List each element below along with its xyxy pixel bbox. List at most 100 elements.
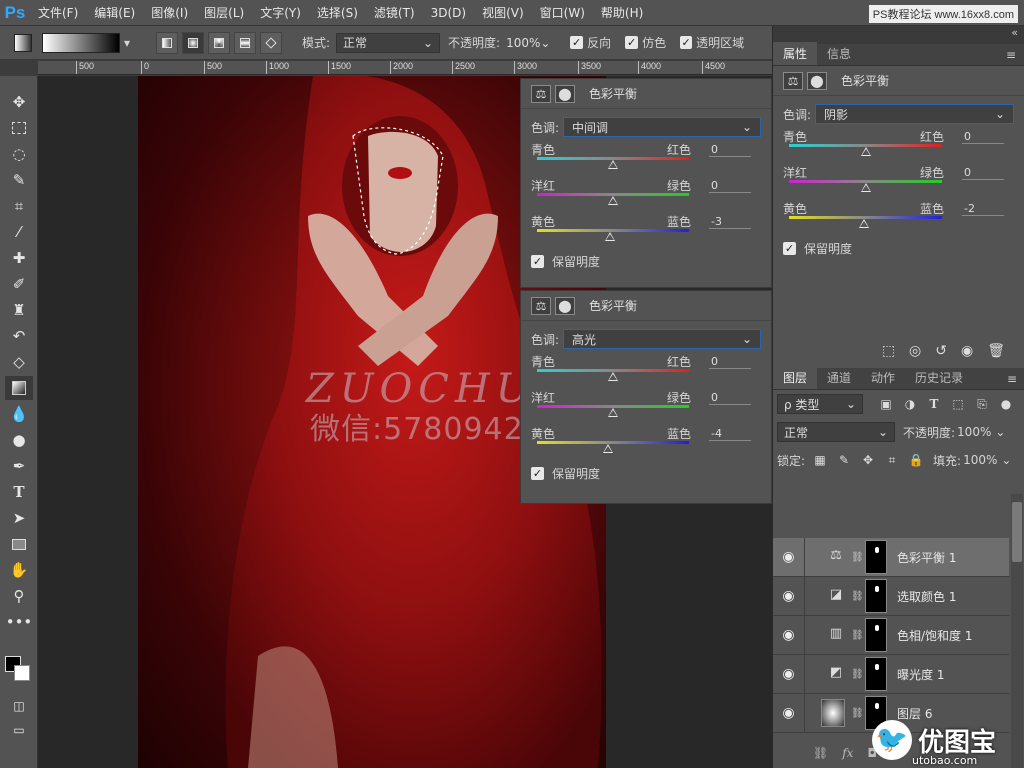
slider-thumb[interactable] [608,160,618,169]
mask-icon[interactable]: ⬤ [555,296,575,315]
reverse-checkbox[interactable]: ✓ 反向 [570,34,611,51]
slider-value-input[interactable]: 0 [709,391,751,405]
slider-value-input[interactable]: 0 [962,166,1004,180]
tab-channels[interactable]: 通道 [817,366,861,389]
menu-item-5[interactable]: 选择(S) [309,0,366,26]
brush-tool-icon[interactable]: ✐ [5,272,33,296]
chevron-down-icon[interactable]: ⌄ [995,425,1005,439]
collapse-icon[interactable]: « [1011,26,1018,39]
shape-filter-icon[interactable]: ⬚ [949,395,967,413]
adjustment-filter-icon[interactable]: ◑ [901,395,919,413]
slider-thumb[interactable] [858,219,869,228]
tone-select[interactable]: 高光 ⌄ [563,329,761,349]
slider-thumb[interactable] [603,444,614,453]
lock-all-icon[interactable]: 🔒 [907,451,925,469]
menu-item-6[interactable]: 滤镜(T) [366,0,423,26]
transparency-checkbox[interactable]: ✓ 透明区域 [680,34,744,51]
reset-icon[interactable]: ↺ [935,343,947,359]
preserve-luminosity-checkbox[interactable]: ✓ 保留明度 [773,236,1024,261]
quick-select-tool-icon[interactable]: ✎ [5,168,33,192]
layer-opacity-value[interactable]: 100% [957,425,991,439]
fill-value[interactable]: 100% [963,453,997,467]
slider-thumb[interactable] [608,196,618,205]
slider-value-input[interactable]: -2 [962,202,1004,216]
slider-thumb[interactable] [608,372,618,381]
tab-actions[interactable]: 动作 [861,366,905,389]
slider-value-input[interactable]: 0 [709,355,751,369]
view-previous-icon[interactable]: ◎ [909,343,921,359]
menu-item-9[interactable]: 窗口(W) [532,0,593,26]
slider-value-input[interactable]: 0 [962,130,1004,144]
menu-item-4[interactable]: 文字(Y) [252,0,309,26]
slider-thumb[interactable] [860,147,871,156]
marquee-tool-icon[interactable] [5,116,33,140]
layer-mask-thumbnail[interactable] [865,540,887,574]
blend-mode-select[interactable]: 正常 ⌄ [777,422,895,442]
gradient-dropdown-icon[interactable]: ▾ [120,32,134,54]
move-tool-icon[interactable]: ✥ [5,90,33,114]
menu-item-10[interactable]: 帮助(H) [593,0,651,26]
diamond-gradient-button[interactable] [260,31,282,54]
clip-to-layer-icon[interactable]: ⬚ [882,343,895,359]
visibility-eye-icon[interactable]: ◉ [773,537,805,577]
preserve-luminosity-checkbox[interactable]: ✓ 保留明度 [521,461,771,486]
mask-icon[interactable]: ⬤ [807,71,827,90]
layer-filter-select[interactable]: ρ 类型 ⌄ [777,394,863,414]
slider-thumb[interactable] [860,183,871,192]
type-filter-icon[interactable]: T [925,395,943,413]
mask-icon[interactable]: ⬤ [555,84,575,103]
scroll-thumb[interactable] [1012,502,1022,562]
visibility-eye-icon[interactable]: ◉ [773,693,805,733]
slider-thumb[interactable] [608,408,618,417]
dither-checkbox[interactable]: ✓ 仿色 [625,34,666,51]
tone-select[interactable]: 中间调 ⌄ [563,117,761,137]
menu-item-0[interactable]: 文件(F) [30,0,86,26]
slider-value-input[interactable]: -3 [709,215,751,229]
menu-item-8[interactable]: 视图(V) [474,0,532,26]
quick-mask-icon[interactable]: ◫ [5,694,33,718]
gradient-tool-icon[interactable] [5,376,33,400]
more-tools-icon[interactable]: ••• [5,610,33,634]
layer-mask-thumbnail[interactable] [865,579,887,613]
tab-layers[interactable]: 图层 [773,366,818,389]
slider-value-input[interactable]: 0 [709,179,751,193]
angle-gradient-button[interactable] [208,31,230,54]
zoom-tool-icon[interactable]: ⚲ [5,584,33,608]
filter-toggle-icon[interactable]: ● [997,395,1015,413]
visibility-eye-icon[interactable]: ◉ [773,654,805,694]
mode-select[interactable]: 正常 ⌄ [336,32,441,53]
layer-mask-thumbnail[interactable] [865,618,887,652]
blur-tool-icon[interactable]: 💧 [5,402,33,426]
rectangle-tool-icon[interactable] [5,532,33,556]
lock-transparent-icon[interactable]: ▦ [811,451,829,469]
visibility-eye-icon[interactable]: ◉ [773,576,805,616]
menu-item-1[interactable]: 编辑(E) [86,0,143,26]
fx-icon[interactable]: fx [842,746,853,760]
hand-tool-icon[interactable]: ✋ [5,558,33,582]
lasso-tool-icon[interactable]: ◌ [5,142,33,166]
eraser-tool-icon[interactable]: ◇ [5,350,33,374]
history-brush-tool-icon[interactable]: ↶ [5,324,33,348]
eyedropper-tool-icon[interactable]: ⁄ [5,220,33,244]
visibility-eye-icon[interactable]: ◉ [773,615,805,655]
path-selection-tool-icon[interactable]: ➤ [5,506,33,530]
layer-mask-thumbnail[interactable] [865,657,887,691]
preserve-luminosity-checkbox[interactable]: ✓ 保留明度 [521,249,771,274]
panel-menu-icon[interactable]: ≡ [1006,48,1016,62]
gradient-preview[interactable] [42,32,120,53]
screen-mode-icon[interactable]: ▭ [5,718,33,742]
pixel-filter-icon[interactable]: ▣ [877,395,895,413]
healing-brush-tool-icon[interactable]: ✚ [5,246,33,270]
tab-properties[interactable]: 属性 [773,42,818,65]
tab-history[interactable]: 历史记录 [905,366,973,389]
chevron-down-icon[interactable]: ⌄ [1001,453,1011,467]
layer-row[interactable]: ◉ ▥ ⛓ 色相/饱和度 1 [773,615,1009,655]
layer-row[interactable]: ◉ ⚖ ⛓ 色彩平衡 1 [773,537,1009,577]
reflected-gradient-button[interactable] [234,31,256,54]
tool-preset-icon[interactable] [14,33,32,52]
opacity-field[interactable]: 100% ⌄ [500,33,556,53]
lock-position-icon[interactable]: ✥ [859,451,877,469]
tab-info[interactable]: 信息 [817,42,861,65]
menu-item-2[interactable]: 图像(I) [143,0,196,26]
slider-value-input[interactable]: -4 [709,427,751,441]
